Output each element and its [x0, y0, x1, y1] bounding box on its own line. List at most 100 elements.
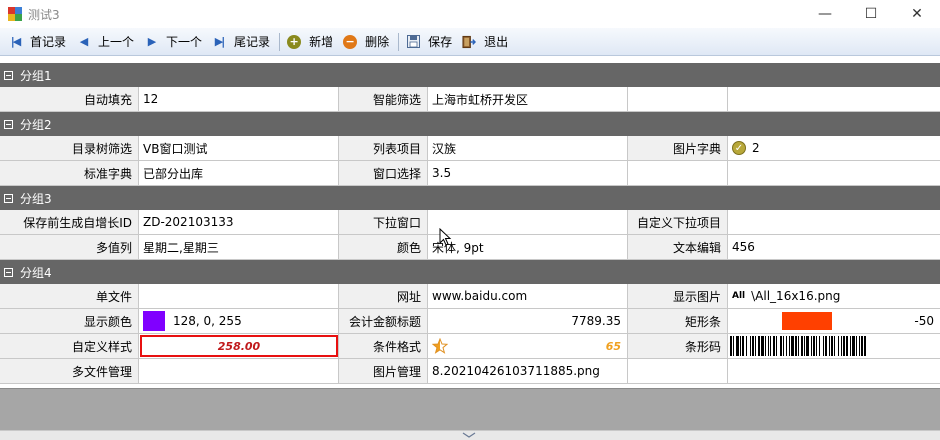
group-header-3[interactable]: 分组3	[0, 186, 940, 210]
barcode-value[interactable]	[728, 334, 940, 358]
previous-label: 上一个	[98, 35, 135, 49]
barcode-bar	[742, 336, 744, 356]
collapse-icon[interactable]	[4, 70, 13, 80]
grid-row: 单文件 网址 www.baidu.com 显示图片 All \All_16x16…	[0, 284, 940, 309]
exit-icon	[462, 35, 477, 49]
maximize-button[interactable]: ☐	[848, 0, 894, 28]
color-swatch	[143, 311, 165, 331]
smart-filter-value[interactable]: 上海市虹桥开发区	[428, 87, 628, 111]
next-button[interactable]: ▶ 下一个	[140, 31, 208, 53]
auto-fill-value[interactable]: 12	[139, 87, 339, 111]
standard-dictionary-value[interactable]: 已部分出库	[139, 161, 339, 185]
grid-row: 保存前生成自增长ID ZD-202103133 下拉窗口 自定义下拉项目	[0, 210, 940, 235]
barcode-bar	[786, 336, 787, 356]
tree-filter-value[interactable]: VB窗口测试	[139, 136, 339, 160]
add-label: 新增	[309, 35, 334, 49]
display-color-text: 128, 0, 255	[173, 314, 242, 328]
multi-file-value[interactable]	[139, 359, 339, 383]
display-color-value[interactable]: 128, 0, 255	[139, 309, 339, 333]
empty-cell	[728, 87, 940, 111]
field-label: 显示颜色	[0, 309, 139, 333]
group-title: 分组1	[20, 68, 52, 83]
single-file-value[interactable]	[139, 284, 339, 308]
custom-dropdown-value[interactable]	[728, 210, 940, 234]
barcode-bar	[798, 336, 799, 356]
grid-row: 显示颜色 128, 0, 255 会计金额标题 7789.35 矩形条 -50	[0, 309, 940, 334]
field-label: 显示图片	[628, 284, 728, 308]
previous-button[interactable]: ◀ 上一个	[72, 31, 140, 53]
save-button[interactable]: 保存	[402, 31, 458, 53]
field-label: 自动填充	[0, 87, 139, 111]
rect-bar-text: -50	[914, 314, 934, 328]
field-label: 目录树筛选	[0, 136, 139, 160]
barcode-bar	[773, 336, 775, 356]
field-label: 图片管理	[339, 359, 428, 383]
barcode-bar	[780, 336, 782, 356]
delete-button[interactable]: − 删除	[339, 31, 395, 53]
group-header-4[interactable]: 分组4	[0, 260, 940, 284]
field-label: 颜色	[339, 235, 428, 259]
barcode-bar	[846, 336, 848, 356]
custom-style-value: 258.00	[140, 335, 338, 357]
collapse-icon[interactable]	[4, 193, 13, 203]
add-button[interactable]: + 新增	[283, 31, 339, 53]
auto-id-value[interactable]: ZD-202103133	[139, 210, 339, 234]
property-grid: 分组1 自动填充 12 智能筛选 上海市虹桥开发区 分组2 目录树筛选 VB窗口…	[0, 63, 940, 384]
barcode	[730, 336, 866, 356]
close-button[interactable]: ✕	[894, 0, 940, 28]
conditional-format-value[interactable]: 65	[428, 334, 628, 358]
group-header-2[interactable]: 分组2	[0, 112, 940, 136]
check-icon: ✓	[732, 141, 746, 155]
collapse-icon[interactable]	[4, 119, 13, 129]
empty-cell	[728, 359, 940, 383]
collapse-icon[interactable]	[4, 267, 13, 277]
accounting-amount-value[interactable]: 7789.35	[428, 309, 628, 333]
minimize-button[interactable]: —	[802, 0, 848, 28]
image-dictionary-value[interactable]: ✓ 2	[728, 136, 940, 160]
next-label: 下一个	[166, 35, 203, 49]
window-select-value[interactable]: 3.5	[428, 161, 628, 185]
app-icon	[8, 7, 22, 21]
title-bar: 测试3 — ☐ ✕	[0, 0, 940, 28]
barcode-bar	[856, 336, 857, 356]
image-manage-value[interactable]: 8.20210426103711885.png	[428, 359, 628, 383]
custom-style-cell[interactable]: 258.00	[139, 334, 339, 358]
url-value[interactable]: www.baidu.com	[428, 284, 628, 308]
multi-value-value[interactable]: 星期二,星期三	[139, 235, 339, 259]
barcode-bar	[791, 336, 794, 356]
grid-row: 自动填充 12 智能筛选 上海市虹桥开发区	[0, 87, 940, 112]
barcode-bar	[761, 336, 764, 356]
exit-button[interactable]: 退出	[458, 31, 514, 53]
add-icon: +	[287, 34, 302, 49]
grid-row: 标准字典 已部分出库 窗口选择 3.5	[0, 161, 940, 186]
delete-icon: −	[343, 34, 358, 49]
save-label: 保存	[428, 35, 453, 49]
barcode-bar	[750, 336, 751, 356]
last-record-label: 尾记录	[234, 35, 271, 49]
image-dictionary-text: 2	[752, 141, 760, 155]
first-record-icon: |◀	[10, 35, 21, 48]
text-edit-value[interactable]: 456	[728, 235, 940, 259]
toolbar-separator	[398, 32, 400, 51]
barcode-bar	[825, 336, 827, 356]
barcode-bar	[813, 336, 815, 356]
field-label: 单文件	[0, 284, 139, 308]
dropdown-window-value[interactable]	[428, 210, 628, 234]
first-record-button[interactable]: |◀ 首记录	[4, 31, 72, 53]
barcode-bar	[730, 336, 732, 356]
font-value[interactable]: 宋体, 9pt	[428, 235, 628, 259]
last-record-button[interactable]: ▶| 尾记录	[208, 31, 276, 53]
barcode-bar	[829, 336, 830, 356]
barcode-bar	[755, 336, 756, 356]
splitter-arrow-icon[interactable]	[462, 432, 476, 438]
list-item-value[interactable]: 汉族	[428, 136, 628, 160]
mouse-cursor-icon	[439, 228, 452, 246]
field-label: 多文件管理	[0, 359, 139, 383]
field-label: 文本编辑	[628, 235, 728, 259]
rect-bar-value[interactable]: -50	[728, 309, 940, 333]
barcode-bar	[859, 336, 860, 356]
empty-cell	[628, 161, 728, 185]
display-image-value[interactable]: All \All_16x16.png	[728, 284, 940, 308]
barcode-bar	[746, 336, 747, 356]
group-header-1[interactable]: 分组1	[0, 63, 940, 87]
